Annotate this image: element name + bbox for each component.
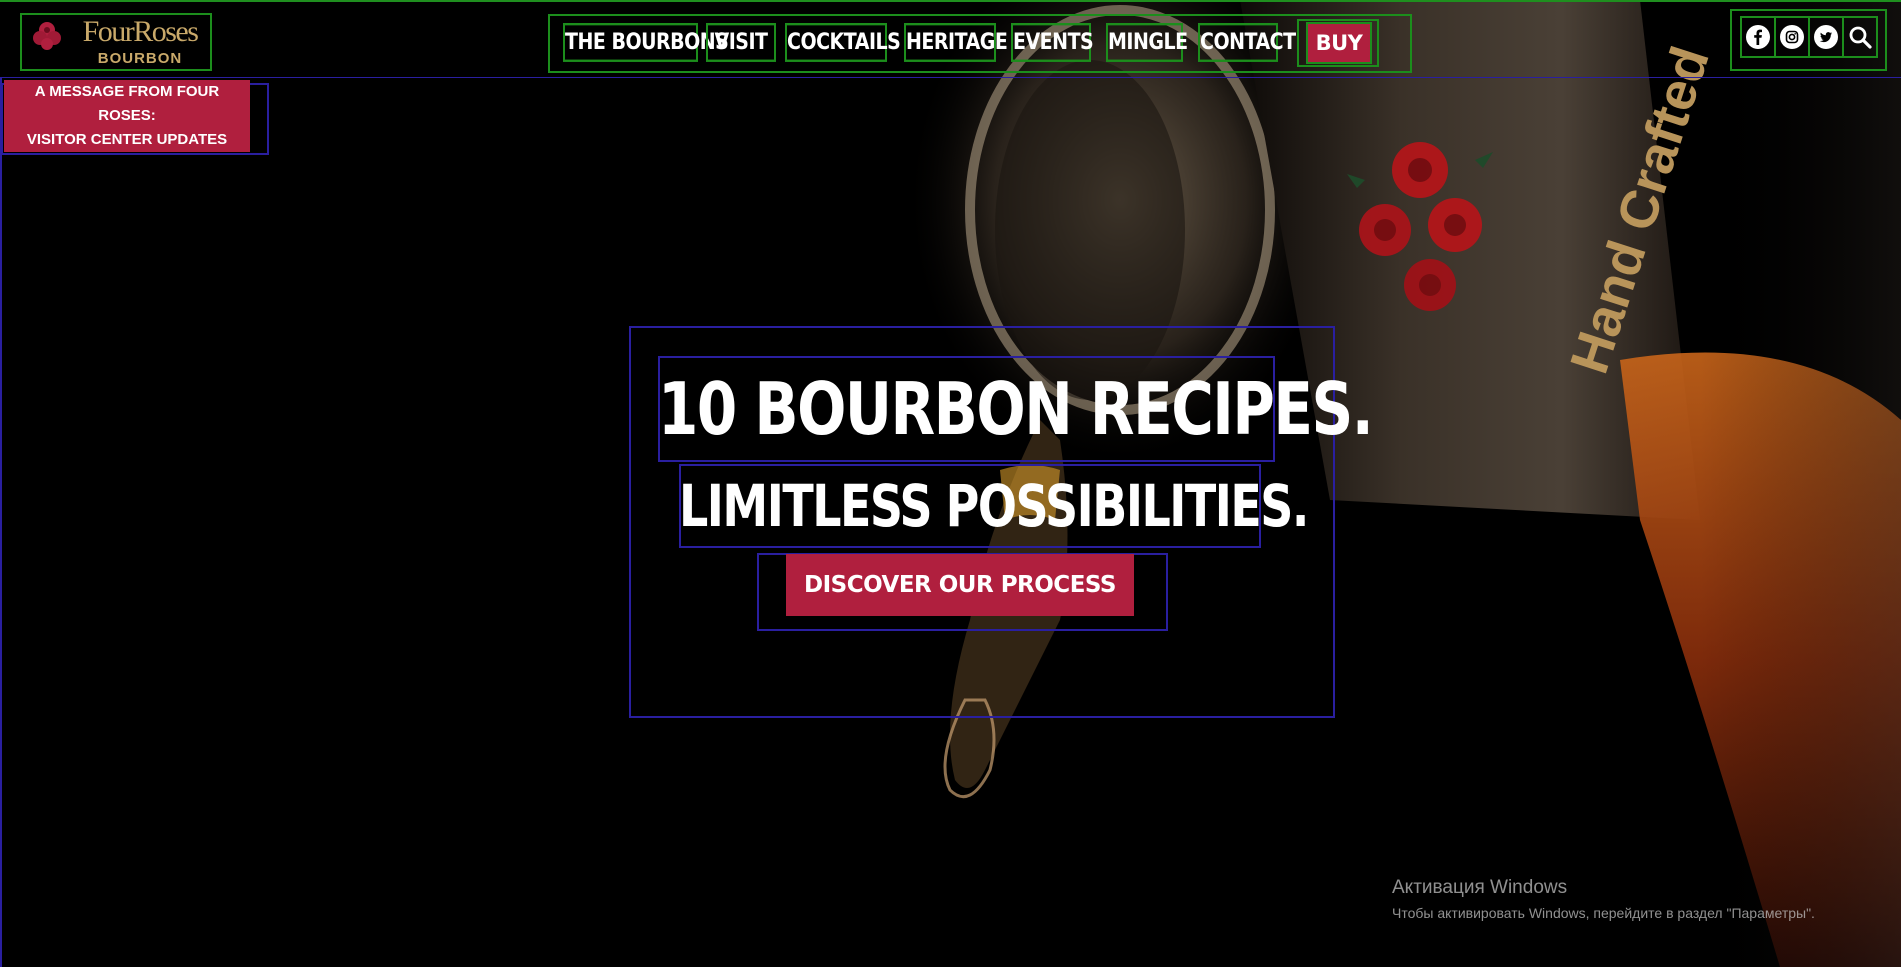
four-roses-logo[interactable]: FourRoses BOURBON bbox=[20, 13, 212, 71]
nav-the-bourbons[interactable]: THE BOURBONS bbox=[563, 23, 729, 62]
message-line-2: VISITOR CENTER UPDATES bbox=[26, 131, 228, 148]
site-header: FourRoses BOURBON THE BOURBONS VISIT COC… bbox=[0, 0, 1901, 78]
nav-contact[interactable]: CONTACT bbox=[1198, 23, 1296, 62]
nav-buy-button[interactable]: BUY bbox=[1306, 22, 1372, 64]
discover-our-process-button[interactable]: DISCOVER OUR PROCESS bbox=[786, 554, 1134, 616]
windows-activation-watermark: Активация Windows Чтобы активировать Win… bbox=[1392, 876, 1815, 924]
rose-logo-icon bbox=[33, 22, 61, 50]
instagram-link[interactable] bbox=[1774, 16, 1810, 58]
logo-brand-text: FourRoses bbox=[82, 15, 199, 48]
main-nav: THE BOURBONS VISIT COCKTAILS HERITAGE EV… bbox=[548, 14, 1412, 73]
instagram-icon bbox=[1780, 25, 1804, 49]
nav-mingle[interactable]: MINGLE bbox=[1106, 23, 1188, 62]
twitter-icon bbox=[1814, 25, 1838, 49]
facebook-link[interactable] bbox=[1740, 16, 1776, 58]
logo-sub-text: BOURBON bbox=[97, 50, 183, 67]
nav-events[interactable]: EVENTS bbox=[1011, 23, 1094, 62]
visitor-center-message-banner[interactable]: A MESSAGE FROM FOUR ROSES: VISITOR CENTE… bbox=[4, 80, 250, 152]
search-button[interactable] bbox=[1842, 16, 1878, 58]
watermark-text: Чтобы активировать Windows, перейдите в … bbox=[1392, 905, 1815, 921]
nav-heritage[interactable]: HERITAGE bbox=[904, 23, 1008, 62]
facebook-icon bbox=[1746, 25, 1770, 49]
nav-cocktails[interactable]: COCKTAILS bbox=[785, 23, 901, 62]
hero-subline: LIMITLESS POSSIBILITIES. bbox=[679, 472, 1309, 540]
watermark-title: Активация Windows bbox=[1392, 877, 1568, 898]
content-frame-border bbox=[0, 78, 2, 967]
logo-wordmark: FourRoses BOURBON bbox=[70, 15, 210, 67]
page: Hand Crafted FourRoses BOURBON THE BOURB… bbox=[0, 0, 1901, 967]
nav-visit[interactable]: VISIT bbox=[706, 23, 776, 62]
twitter-link[interactable] bbox=[1808, 16, 1844, 58]
message-line-1: A MESSAGE FROM FOUR ROSES: bbox=[34, 83, 220, 124]
social-links bbox=[1730, 9, 1887, 71]
search-icon bbox=[1849, 26, 1872, 49]
